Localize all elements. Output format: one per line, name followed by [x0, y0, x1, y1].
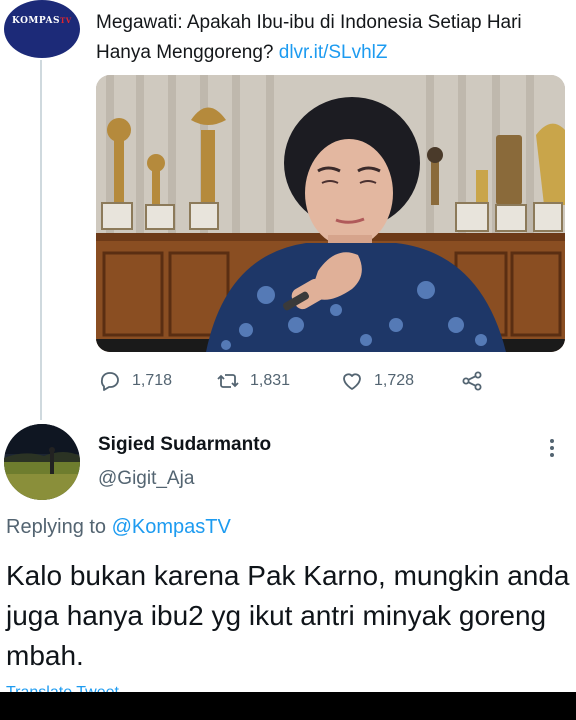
- reply-count: 1,718: [132, 372, 173, 389]
- video-thumbnail-graphic: [96, 75, 565, 352]
- kompastv-avatar[interactable]: KOMPASTV: [4, 0, 80, 58]
- reply-tweet-text: Kalo bukan karena Pak Karno, mungkin and…: [6, 560, 570, 671]
- replying-to-line: Replying to @KompasTV: [6, 516, 231, 539]
- kompastv-logo: KOMPASTV: [12, 16, 72, 26]
- reply-display-name[interactable]: Sigied Sudarmanto: [98, 434, 271, 456]
- tweet-thread: KOMPASTV Megawati: Apakah Ibu-ibu di Ind…: [0, 0, 576, 692]
- avatar-landscape-image: [4, 424, 80, 500]
- retweet-icon: [217, 374, 239, 388]
- original-tweet-text: Megawati: Apakah Ibu-ibu di Indonesia Se…: [96, 8, 566, 68]
- reply-action[interactable]: 1,718: [98, 366, 172, 396]
- retweet-action[interactable]: 1,831: [216, 366, 290, 396]
- share-action[interactable]: [460, 366, 484, 396]
- retweet-count: 1,831: [250, 372, 291, 389]
- share-icon: [462, 371, 482, 391]
- replying-to-mention[interactable]: @KompasTV: [112, 516, 231, 538]
- like-count: 1,728: [374, 372, 415, 389]
- thread-connector-line: [40, 60, 42, 420]
- reply-user-avatar[interactable]: [4, 424, 80, 500]
- reply-handle[interactable]: @Gigit_Aja: [98, 468, 194, 490]
- replying-prefix: Replying to: [6, 516, 107, 538]
- reply-icon: [100, 372, 119, 391]
- tweet-actions-bar: 1,718 1,831 1,728: [96, 366, 496, 396]
- translate-tweet-link[interactable]: Translate Tweet: [6, 684, 119, 692]
- more-options-icon[interactable]: [546, 436, 558, 460]
- tweet-media-image[interactable]: [96, 75, 565, 352]
- heart-icon: [343, 373, 361, 390]
- tweet-link[interactable]: dlvr.it/SLvhlZ: [279, 42, 388, 63]
- like-action[interactable]: 1,728: [340, 366, 414, 396]
